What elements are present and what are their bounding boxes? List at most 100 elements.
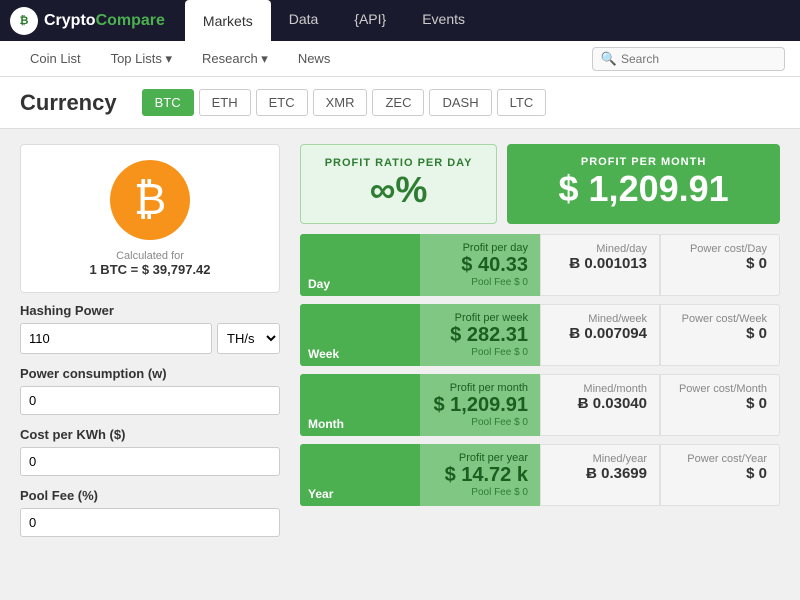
cost-per-kwh-input[interactable] — [20, 447, 280, 476]
power-consumption-input[interactable] — [20, 386, 280, 415]
currency-header: Currency BTC ETH ETC XMR ZEC DASH LTC — [0, 77, 800, 129]
row-mined-value: Ƀ 0.3699 — [553, 465, 647, 482]
tab-zec[interactable]: ZEC — [372, 89, 424, 116]
hashing-power-row: TH/s GH/s MH/s — [20, 323, 280, 354]
row-profit-value: $ 282.31 — [432, 324, 528, 347]
logo-area: ₿ CryptoCompare — [10, 7, 165, 35]
row-power-label: Power cost/Year — [673, 453, 767, 465]
tab-data[interactable]: Data — [271, 0, 337, 41]
profit-month-title: PROFIT PER MONTH — [527, 156, 760, 168]
row-power-cell: Power cost/Day $ 0 — [660, 234, 780, 296]
currency-tabs: BTC ETH ETC XMR ZEC DASH LTC — [142, 89, 547, 116]
subnav-research[interactable]: Research ▾ — [187, 41, 283, 76]
row-power-cell: Power cost/Week $ 0 — [660, 304, 780, 366]
row-power-value: $ 0 — [673, 395, 767, 412]
profit-ratio-title: PROFIT RATIO PER DAY — [321, 157, 476, 169]
tab-etc[interactable]: ETC — [256, 89, 308, 116]
tab-markets[interactable]: Markets — [185, 0, 271, 41]
pool-fee-group: Pool Fee (%) — [20, 488, 280, 537]
row-profit-cell: Profit per week $ 282.31 Pool Fee $ 0 — [420, 304, 540, 366]
table-row: Year Profit per year $ 14.72 k Pool Fee … — [300, 444, 780, 506]
bitcoin-icon: ₿ — [110, 160, 190, 240]
calc-value: 1 BTC = $ 39,797.42 — [89, 262, 210, 277]
cost-per-kwh-label: Cost per KWh ($) — [20, 427, 280, 442]
row-power-cell: Power cost/Month $ 0 — [660, 374, 780, 436]
tab-events[interactable]: Events — [404, 0, 483, 41]
search-input[interactable] — [621, 52, 776, 66]
tab-dash[interactable]: DASH — [429, 89, 491, 116]
profit-ratio-value: ∞% — [321, 169, 476, 211]
calc-label: Calculated for — [116, 250, 184, 262]
hashing-power-input[interactable] — [20, 323, 212, 354]
row-power-label: Power cost/Day — [673, 243, 767, 255]
row-power-label: Power cost/Week — [673, 313, 767, 325]
top-nav: ₿ CryptoCompare Markets Data {API} Event… — [0, 0, 800, 41]
hashing-power-label: Hashing Power — [20, 303, 280, 318]
row-mined-label: Mined/month — [553, 383, 647, 395]
row-power-label: Power cost/Month — [673, 383, 767, 395]
row-period-label: Month — [300, 374, 420, 436]
row-mined-value: Ƀ 0.03040 — [553, 395, 647, 412]
power-consumption-group: Power consumption (w) — [20, 366, 280, 415]
power-consumption-label: Power consumption (w) — [20, 366, 280, 381]
profit-month-card: PROFIT PER MONTH $ 1,209.91 — [507, 144, 780, 224]
main-content: ₿ Calculated for 1 BTC = $ 39,797.42 Has… — [0, 129, 800, 564]
row-profit-cell: Profit per month $ 1,209.91 Pool Fee $ 0 — [420, 374, 540, 436]
data-rows: Day Profit per day $ 40.33 Pool Fee $ 0 … — [300, 234, 780, 506]
row-period-label: Week — [300, 304, 420, 366]
row-profit-value: $ 40.33 — [432, 254, 528, 277]
row-profit-label: Profit per month — [432, 382, 528, 394]
page-title: Currency — [20, 90, 117, 116]
row-mined-cell: Mined/month Ƀ 0.03040 — [540, 374, 660, 436]
row-pool-fee: Pool Fee $ 0 — [432, 277, 528, 288]
coin-display: ₿ Calculated for 1 BTC = $ 39,797.42 — [20, 144, 280, 293]
row-profit-cell: Profit per day $ 40.33 Pool Fee $ 0 — [420, 234, 540, 296]
hashing-power-unit[interactable]: TH/s GH/s MH/s — [217, 323, 280, 354]
row-mined-cell: Mined/week Ƀ 0.007094 — [540, 304, 660, 366]
search-icon: 🔍 — [601, 51, 617, 67]
tab-eth[interactable]: ETH — [199, 89, 251, 116]
pool-fee-input[interactable] — [20, 508, 280, 537]
tab-api[interactable]: {API} — [336, 0, 404, 41]
row-mined-value: Ƀ 0.007094 — [553, 325, 647, 342]
right-panel: PROFIT RATIO PER DAY ∞% PROFIT PER MONTH… — [300, 144, 780, 549]
row-power-value: $ 0 — [673, 465, 767, 482]
left-panel: ₿ Calculated for 1 BTC = $ 39,797.42 Has… — [20, 144, 280, 549]
row-profit-label: Profit per day — [432, 242, 528, 254]
row-mined-value: Ƀ 0.001013 — [553, 255, 647, 272]
subnav-news[interactable]: News — [283, 41, 346, 76]
logo-icon: ₿ — [10, 7, 38, 35]
subnav-toplists[interactable]: Top Lists ▾ — [96, 41, 187, 76]
pool-fee-label: Pool Fee (%) — [20, 488, 280, 503]
logo-text: CryptoCompare — [44, 12, 165, 30]
tab-xmr[interactable]: XMR — [313, 89, 368, 116]
row-mined-label: Mined/week — [553, 313, 647, 325]
row-mined-label: Mined/day — [553, 243, 647, 255]
hashing-power-group: Hashing Power TH/s GH/s MH/s — [20, 303, 280, 354]
sub-nav: Coin List Top Lists ▾ Research ▾ News 🔍 — [0, 41, 800, 77]
row-power-value: $ 0 — [673, 255, 767, 272]
cost-per-kwh-group: Cost per KWh ($) — [20, 427, 280, 476]
row-power-cell: Power cost/Year $ 0 — [660, 444, 780, 506]
subnav-coinlist[interactable]: Coin List — [15, 41, 96, 76]
row-profit-value: $ 14.72 k — [432, 464, 528, 487]
table-row: Day Profit per day $ 40.33 Pool Fee $ 0 … — [300, 234, 780, 296]
table-row: Week Profit per week $ 282.31 Pool Fee $… — [300, 304, 780, 366]
row-mined-cell: Mined/year Ƀ 0.3699 — [540, 444, 660, 506]
row-pool-fee: Pool Fee $ 0 — [432, 487, 528, 498]
row-pool-fee: Pool Fee $ 0 — [432, 417, 528, 428]
search-box: 🔍 — [592, 47, 785, 71]
tab-ltc[interactable]: LTC — [497, 89, 547, 116]
profit-summary: PROFIT RATIO PER DAY ∞% PROFIT PER MONTH… — [300, 144, 780, 224]
profit-month-value: $ 1,209.91 — [527, 168, 760, 210]
row-profit-cell: Profit per year $ 14.72 k Pool Fee $ 0 — [420, 444, 540, 506]
row-period-label: Year — [300, 444, 420, 506]
profit-ratio-card: PROFIT RATIO PER DAY ∞% — [300, 144, 497, 224]
row-mined-cell: Mined/day Ƀ 0.001013 — [540, 234, 660, 296]
row-power-value: $ 0 — [673, 325, 767, 342]
row-period-label: Day — [300, 234, 420, 296]
row-profit-label: Profit per week — [432, 312, 528, 324]
row-profit-label: Profit per year — [432, 452, 528, 464]
row-profit-value: $ 1,209.91 — [432, 394, 528, 417]
tab-btc[interactable]: BTC — [142, 89, 194, 116]
